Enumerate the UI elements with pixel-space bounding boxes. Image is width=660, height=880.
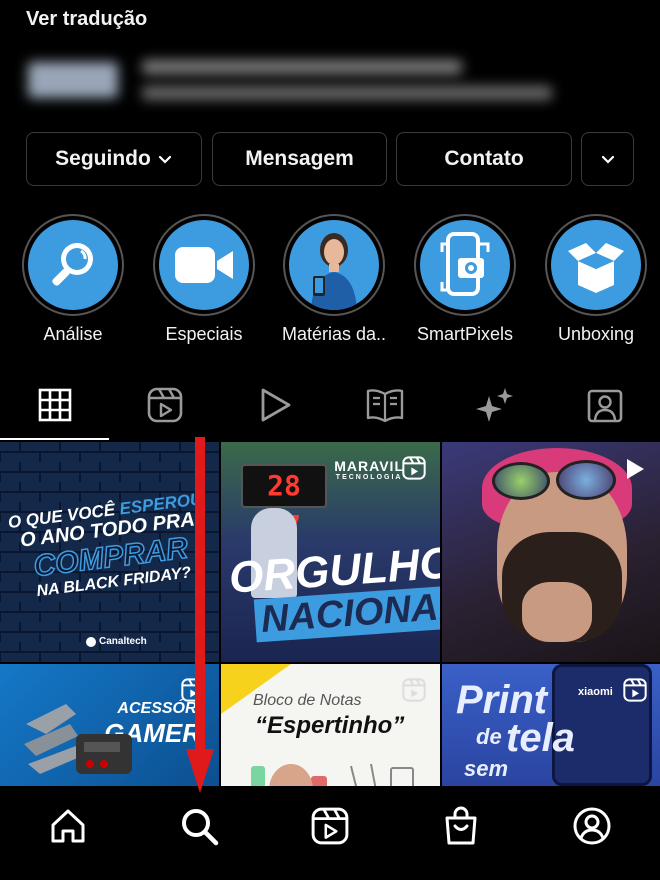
magnifier-icon [52,243,93,286]
nav-reels[interactable] [300,804,360,848]
presenter-avatar [311,233,357,310]
reels-icon [311,807,349,845]
highlight-label: Unboxing [557,324,635,344]
tab-guides[interactable] [330,370,440,440]
following-label: Seguindo [55,147,151,170]
highlight-label: Análise [43,324,103,344]
open-box-icon [568,243,624,293]
sparkles-icon [476,388,513,422]
highlight-label: Especiais [165,324,243,344]
highlight-materias[interactable]: Matérias da... [282,214,386,345]
brand-logo: MARAVIL TECNOLOGIA [334,458,404,481]
contact-label: Contato [444,147,524,170]
reels-icon [147,387,183,423]
tab-tagged[interactable] [550,370,660,440]
brand-subtitle: TECNOLOGIA [335,474,403,481]
nav-search[interactable] [169,804,229,848]
post-video-person[interactable] [442,442,660,662]
tab-reels[interactable] [110,370,220,440]
suggestions-dropdown-button[interactable] [581,132,634,186]
post-text: sem [464,756,509,781]
phone-brand: xiaomi [578,686,613,698]
home-icon [51,809,85,843]
tab-effects[interactable] [440,370,550,440]
highlight-unboxing[interactable]: Unboxing [544,214,648,345]
highlight-label: SmartPixels [416,324,514,344]
post-orgulho-nacional[interactable]: 28 17 MARAVIL TECNOLOGIA ORGULHO NACIONA… [221,442,440,662]
book-icon [366,389,404,422]
tagged-person-icon [587,389,623,423]
scoreboard: 28 17 [241,464,327,542]
profile-tabs [0,370,660,442]
blurred-bio-link [22,52,562,112]
active-tab-indicator [0,438,109,440]
bottom-navigation [0,786,660,880]
post-text: tela [506,716,575,760]
brand-logo: Canaltech [86,636,147,647]
video-play-icon [627,459,644,479]
brand-name: MARAVIL [334,458,404,474]
highlight-label: Matérias da... [282,324,386,344]
shopping-bag-icon [445,806,477,845]
post-text: de [476,724,502,749]
grid-icon [38,388,72,422]
search-icon [182,809,219,846]
highlight-smartpixels[interactable]: SmartPixels [413,214,517,345]
following-button[interactable]: Seguindo [26,132,202,186]
post-text: Bloco de Notas [253,692,362,709]
highlight-especiais[interactable]: Especiais [152,214,256,345]
nav-profile[interactable] [562,804,622,848]
reels-icon [402,456,426,480]
power-glove-image [24,704,132,774]
message-button[interactable]: Mensagem [212,132,387,186]
post-text: “Espertinho” [255,712,405,739]
chevron-down-icon [158,155,171,164]
annotation-arrow [186,437,214,793]
chevron-down-icon [601,155,614,164]
video-camera-icon [175,247,233,283]
message-label: Mensagem [245,147,354,170]
brand-name: Canaltech [99,636,147,647]
tab-grid[interactable] [0,370,110,440]
posts-grid: O QUE VOCÊ ESPEROU O ANO TODO PRA COMPRA… [0,442,660,880]
contact-button[interactable]: Contato [396,132,572,186]
see-translation-link[interactable]: Ver tradução [26,8,147,31]
highlight-analise[interactable]: Análise [21,214,125,345]
tab-video[interactable] [220,370,330,440]
phone-camera-icon [440,232,490,296]
profile-icon [573,807,611,845]
reels-icon [402,678,426,702]
nav-home[interactable] [38,804,98,848]
nav-shop[interactable] [431,804,491,848]
play-icon [261,388,291,422]
reels-icon [623,678,647,702]
